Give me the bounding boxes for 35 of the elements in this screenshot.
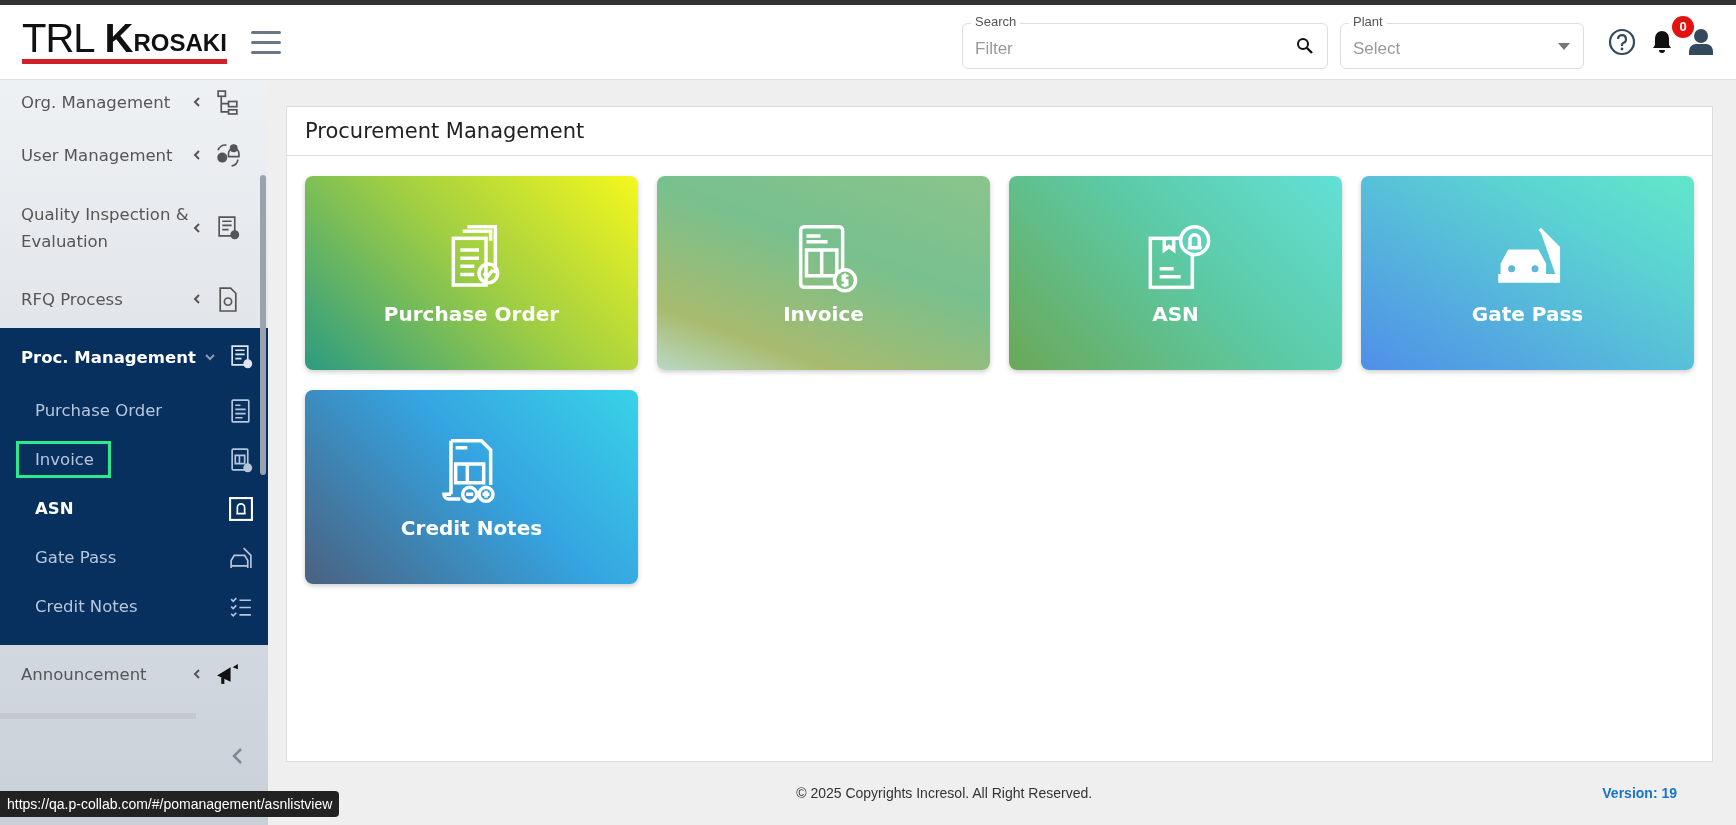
user-profile-button[interactable] [1688, 28, 1714, 56]
search-icon [1296, 37, 1314, 55]
megaphone-icon [215, 661, 241, 687]
menu-button[interactable] [250, 30, 281, 54]
sidebar-subitem[interactable]: Invoice [16, 441, 111, 478]
sidebar-subitem[interactable]: Gate Pass [16, 539, 134, 576]
chevron-down-icon [204, 351, 216, 363]
sidebar-item[interactable]: Quality Inspection & Evaluation [0, 186, 268, 270]
status-bar-url: https://qa.p-collab.com/#/pomanagement/asnlistview [0, 791, 340, 817]
chevron-left-icon [191, 293, 203, 305]
sidebar-subitem[interactable]: Purchase Order [16, 392, 180, 429]
notifications-button[interactable] [1652, 30, 1672, 54]
sidebar-item[interactable]: RFQ Process [0, 270, 268, 328]
notification-count: 0 [1672, 16, 1694, 38]
sidebar-item[interactable]: User Management [0, 124, 268, 186]
chevron-left-icon [191, 96, 203, 108]
sidebar-item[interactable]: Org. Management [0, 80, 268, 124]
dropdown-caret-icon [1558, 43, 1570, 50]
chevron-left-icon [191, 222, 203, 234]
chevron-left-icon [191, 149, 203, 161]
sidebar-subitem[interactable]: ASN [16, 490, 91, 527]
copyright-text: © 2025 Copyrights Incresol. All Right Reserved. [795, 785, 1094, 801]
module-card[interactable]: Credit Notes [305, 390, 638, 584]
sidebar-item[interactable]: Announcement [0, 645, 268, 703]
hierarchy-icon [215, 89, 241, 115]
company-logo: TRL KROSAKI [22, 20, 227, 64]
chevron-left-icon [191, 668, 203, 680]
version-text: Version: 19 [1602, 785, 1677, 801]
sidebar-subitem[interactable]: Credit Notes [16, 588, 155, 625]
invoice-icon [228, 446, 254, 473]
sidebar-item[interactable]: Proc. Management [0, 328, 268, 386]
scrollbar[interactable] [260, 175, 266, 475]
bell-icon [228, 495, 254, 522]
panel-title: Procurement Management [287, 107, 1712, 156]
help-button[interactable] [1608, 28, 1636, 56]
